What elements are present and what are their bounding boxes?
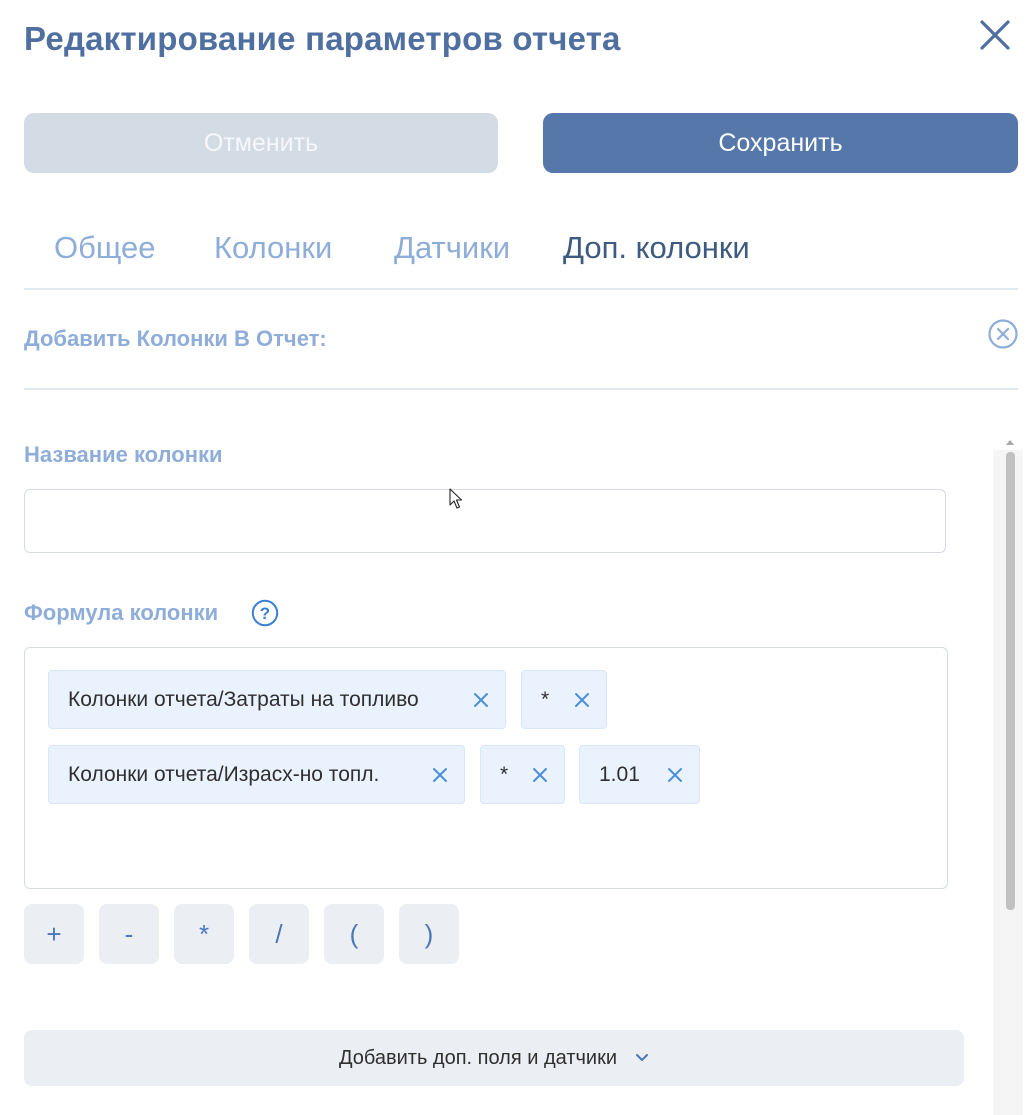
mouse-cursor-icon bbox=[449, 488, 463, 509]
tab-extra-columns[interactable]: Доп. колонки bbox=[563, 230, 750, 266]
cancel-button[interactable]: Отменить bbox=[24, 113, 498, 173]
svg-text:?: ? bbox=[260, 604, 270, 623]
column-name-input[interactable] bbox=[24, 489, 946, 553]
chevron-down-icon bbox=[636, 1054, 648, 1061]
close-icon[interactable] bbox=[976, 16, 1014, 54]
scrollbar-thumb[interactable] bbox=[1006, 452, 1015, 910]
operator-minus-button[interactable]: - bbox=[99, 904, 159, 964]
tab-columns[interactable]: Колонки bbox=[214, 230, 332, 266]
section-divider bbox=[24, 388, 1018, 390]
tab-sensors[interactable]: Датчики bbox=[394, 230, 510, 266]
token-text: 1.01 bbox=[599, 762, 640, 786]
add-extra-fields-button[interactable]: Добавить доп. поля и датчики bbox=[24, 1030, 964, 1086]
operator-plus-button[interactable]: + bbox=[24, 904, 84, 964]
tab-bar: Общее Колонки Датчики Доп. колонки bbox=[24, 226, 1018, 290]
dialog-title: Редактирование параметров отчета bbox=[24, 20, 621, 57]
token-text: * bbox=[541, 687, 550, 711]
circle-close-icon[interactable] bbox=[987, 318, 1019, 350]
section-title: Добавить Колонки В Отчет: bbox=[24, 326, 327, 351]
close-icon[interactable] bbox=[532, 767, 548, 783]
operator-divide-button[interactable]: / bbox=[249, 904, 309, 964]
save-button[interactable]: Сохранить bbox=[543, 113, 1018, 173]
formula-token: * bbox=[521, 670, 607, 729]
token-text: Колонки отчета/Затраты на топливо bbox=[68, 687, 419, 711]
tab-general[interactable]: Общее bbox=[54, 230, 156, 266]
formula-label: Формула колонки bbox=[24, 600, 219, 625]
formula-token: Колонки отчета/Затраты на топливо bbox=[48, 670, 506, 729]
close-icon[interactable] bbox=[667, 767, 683, 783]
operator-open-paren-button[interactable]: ( bbox=[324, 904, 384, 964]
operator-close-paren-button[interactable]: ) bbox=[399, 904, 459, 964]
formula-editor[interactable]: Колонки отчета/Затраты на топливо * Коло… bbox=[24, 647, 948, 889]
close-icon[interactable] bbox=[432, 767, 448, 783]
formula-token: * bbox=[480, 745, 565, 804]
formula-token: 1.01 bbox=[579, 745, 700, 804]
scroll-up-arrow-icon[interactable] bbox=[1004, 436, 1016, 448]
formula-token: Колонки отчета/Израсх-но топл. bbox=[48, 745, 465, 804]
operator-multiply-button[interactable]: * bbox=[174, 904, 234, 964]
close-icon[interactable] bbox=[473, 692, 489, 708]
question-circle-icon[interactable]: ? bbox=[251, 599, 279, 627]
add-extra-label: Добавить доп. поля и датчики bbox=[338, 1046, 617, 1069]
token-text: * bbox=[500, 762, 509, 786]
column-name-label: Название колонки bbox=[24, 442, 223, 467]
token-text: Колонки отчета/Израсх-но топл. bbox=[68, 762, 380, 786]
close-icon[interactable] bbox=[574, 692, 590, 708]
